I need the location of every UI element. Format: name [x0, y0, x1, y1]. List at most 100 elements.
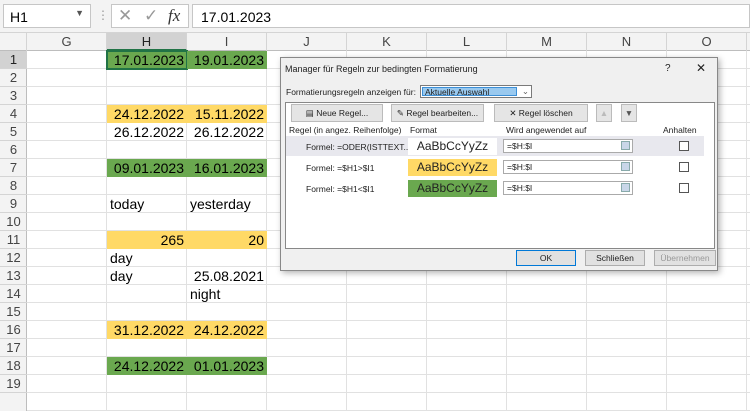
enter-icon[interactable]: ✓ — [144, 6, 158, 26]
help-icon[interactable]: ? — [665, 63, 671, 74]
format-column-header: Format — [410, 125, 437, 135]
row-header-2[interactable]: 2 — [0, 69, 27, 87]
row-header-11[interactable]: 11 — [0, 231, 27, 249]
cell-i18[interactable]: 01.01.2023 — [187, 357, 267, 375]
chevron-down-icon: ⌄ — [521, 86, 529, 96]
cell-h16[interactable]: 31.12.2022 — [107, 321, 187, 339]
cell-h1[interactable]: 17.01.2023 — [106, 50, 188, 70]
cell-h4[interactable]: 24.12.2022 — [107, 105, 187, 123]
applies-to-input[interactable]: =$H:$I — [503, 160, 633, 174]
rule-row[interactable]: Formel: =ODER(ISTTEXT... AaBbCcYyZz =$H:… — [286, 136, 704, 156]
show-rules-value: Aktuelle Auswahl — [422, 87, 517, 96]
column-header-g[interactable]: G — [27, 33, 107, 51]
stop-if-true-checkbox[interactable] — [679, 162, 689, 172]
row-header-19[interactable]: 19 — [0, 375, 27, 393]
column-header-o[interactable]: O — [667, 33, 747, 51]
cell-h13[interactable]: day — [107, 267, 187, 285]
cell-i7[interactable]: 16.01.2023 — [187, 159, 267, 177]
new-rule-button[interactable]: ▤ Neue Regel... — [291, 104, 383, 122]
edit-rule-button[interactable]: ✎ Regel bearbeiten... — [391, 104, 484, 122]
rule-row[interactable]: Formel: =$H1>$I1 AaBbCcYyZz =$H:$I — [286, 157, 704, 177]
insert-function-icon[interactable]: fx — [168, 6, 180, 26]
range-picker-icon[interactable] — [621, 162, 630, 171]
formula-bar: H1 ▼ ⋮ ✕ ✓ fx 17.01.2023 — [0, 0, 750, 33]
applies-to-value: =$H:$I — [507, 183, 533, 193]
cell-i16[interactable]: 24.12.2022 — [187, 321, 267, 339]
cell-h5[interactable]: 26.12.2022 — [107, 123, 187, 141]
rule-formula: Formel: =ODER(ISTTEXT... — [306, 142, 411, 152]
close-button[interactable]: Schließen — [585, 250, 645, 266]
row-header-8[interactable]: 8 — [0, 177, 27, 195]
cell-i9[interactable]: yesterday — [187, 195, 267, 213]
cell-i13[interactable]: 25.08.2021 — [187, 267, 267, 285]
cell-i14[interactable]: night — [187, 285, 267, 303]
cell-i11[interactable]: 20 — [187, 231, 267, 249]
cell-h18[interactable]: 24.12.2022 — [107, 357, 187, 375]
stop-if-true-checkbox[interactable] — [679, 141, 689, 151]
range-picker-icon[interactable] — [621, 183, 630, 192]
stop-column-header: Anhalten — [663, 125, 697, 135]
row-header-1[interactable]: 1 — [0, 51, 27, 69]
row-header-12[interactable]: 12 — [0, 249, 27, 267]
edit-rule-label: Regel bearbeiten... — [406, 108, 479, 118]
row-headers: 1 2 3 4 5 6 7 8 9 10 11 12 13 14 15 16 17 18 19 — [0, 51, 27, 411]
close-icon[interactable]: ✕ — [696, 61, 706, 75]
cell-h7[interactable]: 09.01.2023 — [107, 159, 187, 177]
row-header-16[interactable]: 16 — [0, 321, 27, 339]
row-header-5[interactable]: 5 — [0, 123, 27, 141]
cell-h9[interactable]: today — [107, 195, 187, 213]
rule-formula: Formel: =$H1<$I1 — [306, 184, 375, 194]
cell-i1[interactable]: 19.01.2023 — [187, 51, 267, 69]
column-header-i[interactable]: I — [187, 33, 267, 51]
show-rules-select[interactable]: Aktuelle Auswahl ⌄ — [420, 85, 532, 98]
cell-h11[interactable]: 265 — [107, 231, 187, 249]
row-header-6[interactable]: 6 — [0, 141, 27, 159]
column-header-m[interactable]: M — [507, 33, 587, 51]
row-header-10[interactable]: 10 — [0, 213, 27, 231]
cell-h12[interactable]: day — [107, 249, 187, 267]
cell-i5[interactable]: 26.12.2022 — [187, 123, 267, 141]
chevron-down-icon[interactable]: ▼ — [75, 8, 84, 18]
row-header-15[interactable]: 15 — [0, 303, 27, 321]
delete-rule-button[interactable]: ✕ Regel löschen — [494, 104, 588, 122]
row-header-17[interactable]: 17 — [0, 339, 27, 357]
row-header-14[interactable]: 14 — [0, 285, 27, 303]
show-rules-label: Formatierungsregeln anzeigen für: — [286, 87, 416, 97]
row-header-3[interactable]: 3 — [0, 87, 27, 105]
edit-rule-icon: ✎ — [396, 108, 407, 118]
column-header-k[interactable]: K — [347, 33, 427, 51]
name-box[interactable]: H1 ▼ — [3, 4, 91, 28]
row-header-18[interactable]: 18 — [0, 357, 27, 375]
arrow-up-icon: ▲ — [599, 108, 609, 118]
column-header-j[interactable]: J — [267, 33, 347, 51]
applies-to-value: =$H:$I — [507, 162, 533, 172]
row-header-4[interactable]: 4 — [0, 105, 27, 123]
stop-if-true-checkbox[interactable] — [679, 183, 689, 193]
range-picker-icon[interactable] — [621, 141, 630, 150]
drag-handle-icon[interactable]: ⋮ — [97, 8, 109, 22]
move-down-button[interactable]: ▼ — [621, 104, 637, 122]
column-header-n[interactable]: N — [587, 33, 667, 51]
row-header-9[interactable]: 9 — [0, 195, 27, 213]
column-header-l[interactable]: L — [427, 33, 507, 51]
apply-button[interactable]: Übernehmen — [654, 250, 716, 266]
cell-i4[interactable]: 15.11.2022 — [187, 105, 267, 123]
select-all-button[interactable] — [0, 33, 27, 51]
dialog-title: Manager für Regeln zur bedingten Formati… — [285, 64, 478, 74]
column-header-h[interactable]: H — [107, 33, 187, 51]
name-box-value: H1 — [10, 9, 28, 25]
applies-to-input[interactable]: =$H:$I — [503, 139, 633, 153]
ok-button[interactable]: OK — [516, 250, 576, 266]
applies-to-input[interactable]: =$H:$I — [503, 181, 633, 195]
rule-formula: Formel: =$H1>$I1 — [306, 163, 375, 173]
row-header-7[interactable]: 7 — [0, 159, 27, 177]
move-up-button[interactable]: ▲ — [596, 104, 612, 122]
new-rule-icon: ▤ — [305, 108, 317, 118]
row-header-13[interactable]: 13 — [0, 267, 27, 285]
conditional-formatting-dialog: Manager für Regeln zur bedingten Formati… — [280, 57, 718, 271]
formula-input[interactable]: 17.01.2023 — [192, 4, 750, 28]
delete-rule-label: Regel löschen — [518, 108, 573, 118]
rule-row[interactable]: Formel: =$H1<$I1 AaBbCcYyZz =$H:$I — [286, 178, 704, 198]
format-preview: AaBbCcYyZz — [408, 138, 497, 155]
cancel-icon[interactable]: ✕ — [118, 6, 132, 26]
